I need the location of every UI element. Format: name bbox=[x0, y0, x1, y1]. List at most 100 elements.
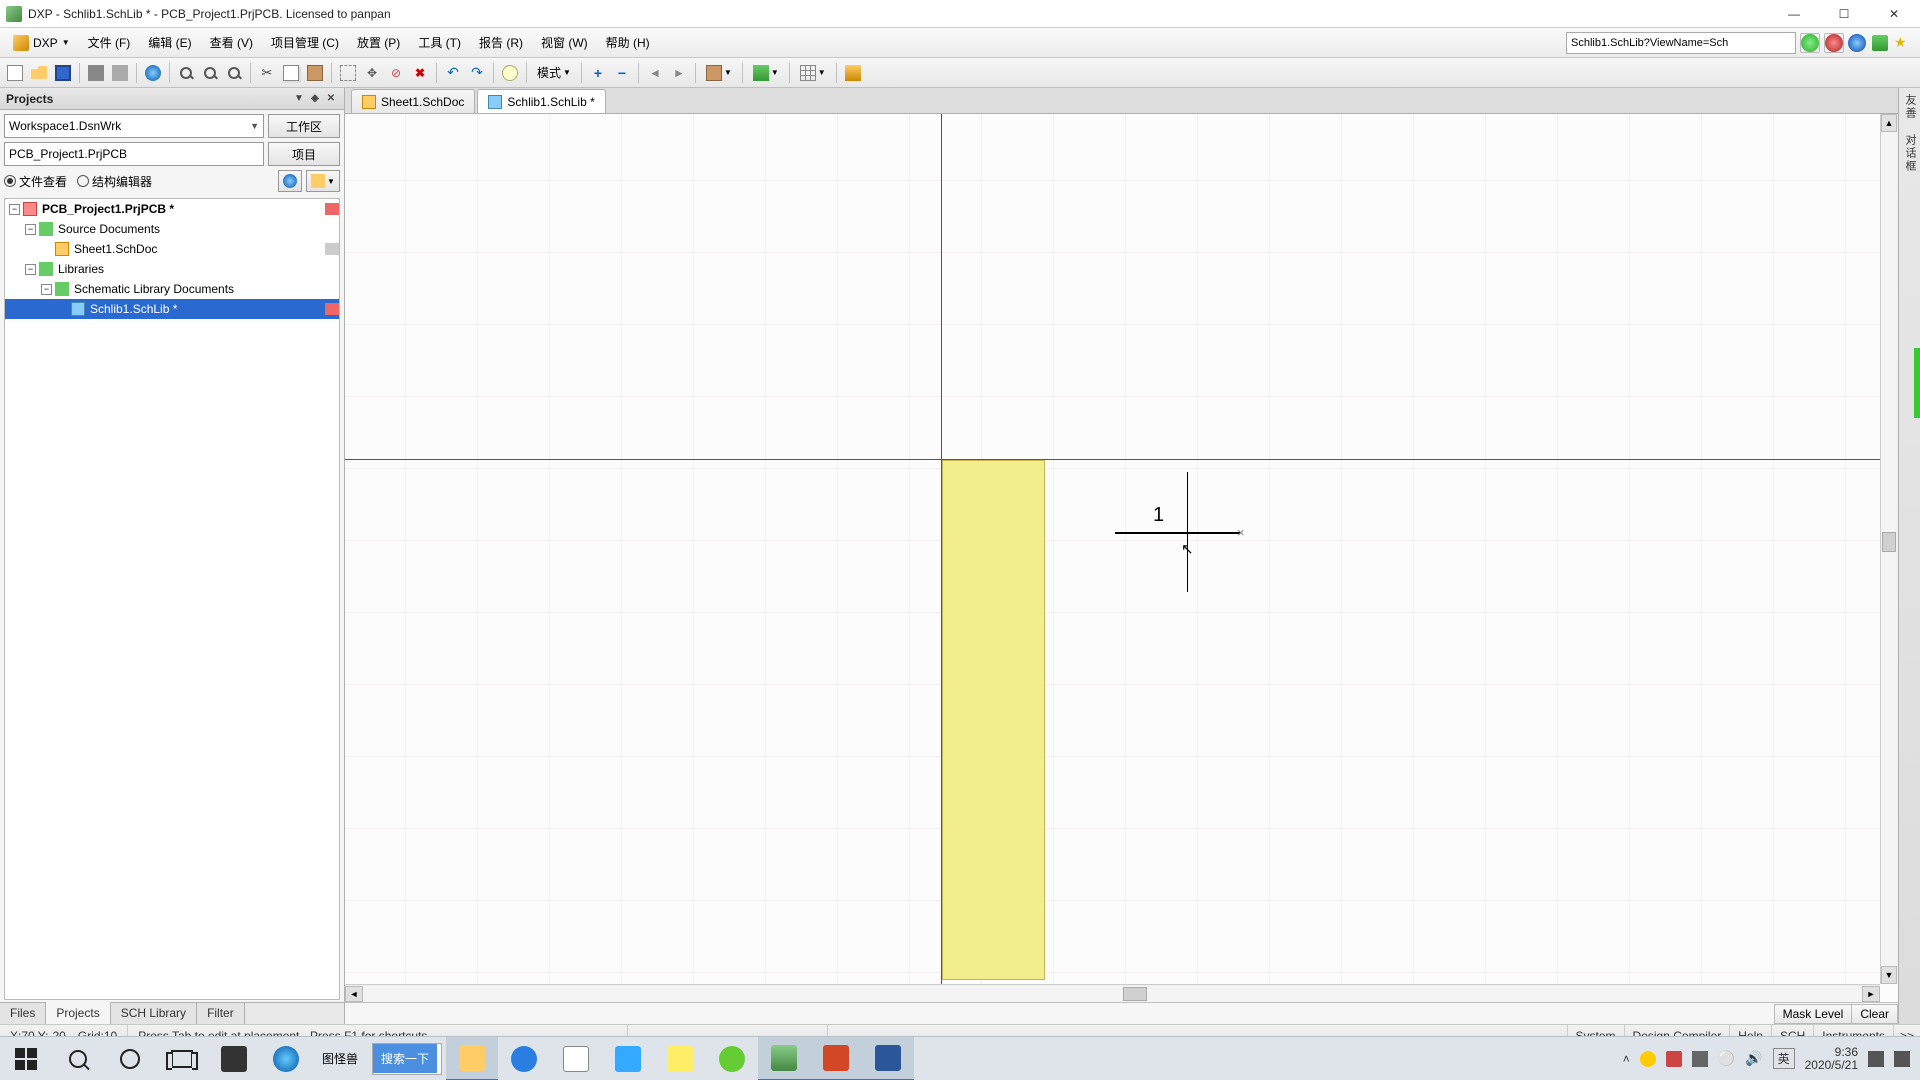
expander-icon[interactable]: − bbox=[41, 284, 52, 295]
pin-designator[interactable]: 1 bbox=[1153, 504, 1164, 527]
scroll-right-button[interactable]: ► bbox=[1862, 986, 1880, 1002]
zoom-area-button[interactable] bbox=[142, 62, 164, 84]
taskbar-altium[interactable] bbox=[758, 1037, 810, 1080]
tree-node-schlib-docs[interactable]: − Schematic Library Documents bbox=[5, 279, 339, 299]
scroll-left-button[interactable]: ◄ bbox=[345, 986, 363, 1002]
expander-icon[interactable]: − bbox=[9, 204, 20, 215]
vertical-scrollbar[interactable]: ▲ ▼ bbox=[1880, 114, 1898, 984]
taskbar-edge[interactable] bbox=[498, 1037, 550, 1080]
taskbar-app-text[interactable]: 图怪兽 bbox=[312, 1037, 368, 1080]
canvas-viewport[interactable]: 1 × ↖ ▲ ▼ ◄ ► bbox=[345, 114, 1898, 1002]
project-file-field[interactable]: PCB_Project1.PrjPCB bbox=[4, 142, 264, 166]
tree-node-schlib[interactable]: Schlib1.SchLib * bbox=[5, 299, 339, 319]
tray-volume-icon[interactable]: 🔊 bbox=[1745, 1050, 1762, 1067]
tab-filter[interactable]: Filter bbox=[197, 1003, 245, 1024]
tray-notif-icon-1[interactable] bbox=[1868, 1051, 1884, 1067]
search-button[interactable] bbox=[52, 1037, 104, 1080]
tools-menu[interactable]: 工具 (T) bbox=[409, 29, 470, 56]
chart-dropdown[interactable]: ▼ bbox=[748, 62, 784, 84]
tray-chevron[interactable]: ˄ bbox=[1623, 1052, 1630, 1066]
taskbar-app-1[interactable] bbox=[208, 1037, 260, 1080]
right-collapsed-panel[interactable]: 友善 对话框 bbox=[1898, 88, 1920, 1024]
nav-back-button[interactable] bbox=[1800, 33, 1820, 53]
deselect-button[interactable]: ⊘ bbox=[385, 62, 407, 84]
doc-tab-sheet[interactable]: Sheet1.SchDoc bbox=[351, 89, 475, 113]
cortana-button[interactable] bbox=[104, 1037, 156, 1080]
project-button[interactable]: 项目 bbox=[268, 142, 340, 166]
tree-node-sheet[interactable]: Sheet1.SchDoc bbox=[5, 239, 339, 259]
taskbar-word[interactable] bbox=[862, 1037, 914, 1080]
edit-menu[interactable]: 编辑 (E) bbox=[139, 29, 200, 56]
tree-node-project[interactable]: − PCB_Project1.PrjPCB * bbox=[5, 199, 339, 219]
move-button[interactable]: ✥ bbox=[361, 62, 383, 84]
taskbar-ie[interactable] bbox=[260, 1037, 312, 1080]
nav-forward-button[interactable] bbox=[1824, 33, 1844, 53]
image-button[interactable] bbox=[842, 62, 864, 84]
zoom-fit-button[interactable] bbox=[223, 62, 245, 84]
next-button[interactable]: ► bbox=[668, 62, 690, 84]
tree-node-libraries[interactable]: − Libraries bbox=[5, 259, 339, 279]
scroll-track[interactable] bbox=[1881, 132, 1897, 966]
window-maximize-button[interactable]: ☐ bbox=[1832, 4, 1856, 24]
cut-button[interactable]: ✂ bbox=[256, 62, 278, 84]
tab-sch-library[interactable]: SCH Library bbox=[111, 1003, 197, 1024]
window-menu[interactable]: 视窗 (W) bbox=[532, 29, 597, 56]
start-button[interactable] bbox=[0, 1037, 52, 1080]
component-dropdown[interactable]: ▼ bbox=[701, 62, 737, 84]
tray-battery-icon[interactable] bbox=[1692, 1051, 1708, 1067]
tree-node-source-docs[interactable]: − Source Documents bbox=[5, 219, 339, 239]
nav-url-input[interactable] bbox=[1566, 32, 1796, 54]
scroll-up-button[interactable]: ▲ bbox=[1881, 114, 1897, 132]
tray-icon-1[interactable] bbox=[1640, 1051, 1656, 1067]
tray-icon-2[interactable] bbox=[1666, 1051, 1682, 1067]
project-menu[interactable]: 项目管理 (C) bbox=[262, 29, 348, 56]
panel-close-button[interactable]: ✕ bbox=[324, 92, 338, 106]
home-icon[interactable] bbox=[1848, 34, 1866, 52]
dxp-menu[interactable]: DXP▼ bbox=[4, 30, 79, 56]
zoom-in-button[interactable] bbox=[175, 62, 197, 84]
scroll-thumb[interactable] bbox=[1123, 987, 1147, 1001]
taskbar-mail[interactable] bbox=[602, 1037, 654, 1080]
tray-notif-icon-2[interactable] bbox=[1894, 1051, 1910, 1067]
taskbar-store[interactable] bbox=[550, 1037, 602, 1080]
prev-button[interactable]: ◄ bbox=[644, 62, 666, 84]
copy-button[interactable] bbox=[280, 62, 302, 84]
folder-button[interactable]: ▼ bbox=[306, 170, 340, 192]
doc-tab-schlib[interactable]: Schlib1.SchLib * bbox=[477, 89, 605, 113]
nav-extra-icon-1[interactable] bbox=[1872, 35, 1888, 51]
help-button[interactable] bbox=[499, 62, 521, 84]
zoom-out-button[interactable] bbox=[199, 62, 221, 84]
preview-button[interactable] bbox=[109, 62, 131, 84]
help-menu[interactable]: 帮助 (H) bbox=[597, 29, 659, 56]
taskbar-powerpoint[interactable] bbox=[810, 1037, 862, 1080]
window-close-button[interactable]: ✕ bbox=[1882, 4, 1906, 24]
panel-dropdown-button[interactable]: ▼ bbox=[292, 92, 306, 106]
expander-icon[interactable]: − bbox=[25, 264, 36, 275]
tab-projects[interactable]: Projects bbox=[46, 1002, 110, 1024]
pin-line[interactable] bbox=[1115, 532, 1240, 534]
file-view-radio[interactable]: 文件查看 bbox=[4, 173, 67, 190]
project-tree[interactable]: − PCB_Project1.PrjPCB * − Source Documen… bbox=[4, 198, 340, 1000]
reports-menu[interactable]: 报告 (R) bbox=[470, 29, 532, 56]
taskbar-clock[interactable]: 9:36 2020/5/21 bbox=[1805, 1046, 1858, 1072]
open-button[interactable] bbox=[28, 62, 50, 84]
workspace-combo[interactable]: Workspace1.DsnWrk ▼ bbox=[4, 114, 264, 138]
mask-level-button[interactable]: Mask Level bbox=[1774, 1004, 1853, 1024]
taskbar-search-input[interactable]: 搜索一下 bbox=[372, 1043, 442, 1075]
horizontal-scrollbar[interactable]: ◄ ► bbox=[345, 984, 1880, 1002]
scroll-thumb[interactable] bbox=[1882, 532, 1896, 552]
taskbar-app-2[interactable] bbox=[706, 1037, 758, 1080]
clear-button[interactable]: ✖ bbox=[409, 62, 431, 84]
paste-button[interactable] bbox=[304, 62, 326, 84]
panel-pin-button[interactable]: ◈ bbox=[308, 92, 322, 106]
clear-mask-button[interactable]: Clear bbox=[1851, 1004, 1898, 1024]
component-body[interactable] bbox=[942, 460, 1045, 980]
save-button[interactable] bbox=[52, 62, 74, 84]
remove-button[interactable]: − bbox=[611, 62, 633, 84]
undo-button[interactable]: ↶ bbox=[442, 62, 464, 84]
taskbar-sticky[interactable] bbox=[654, 1037, 706, 1080]
scroll-down-button[interactable]: ▼ bbox=[1881, 966, 1897, 984]
tab-files[interactable]: Files bbox=[0, 1003, 46, 1024]
place-menu[interactable]: 放置 (P) bbox=[348, 29, 409, 56]
expander-icon[interactable]: − bbox=[25, 224, 36, 235]
